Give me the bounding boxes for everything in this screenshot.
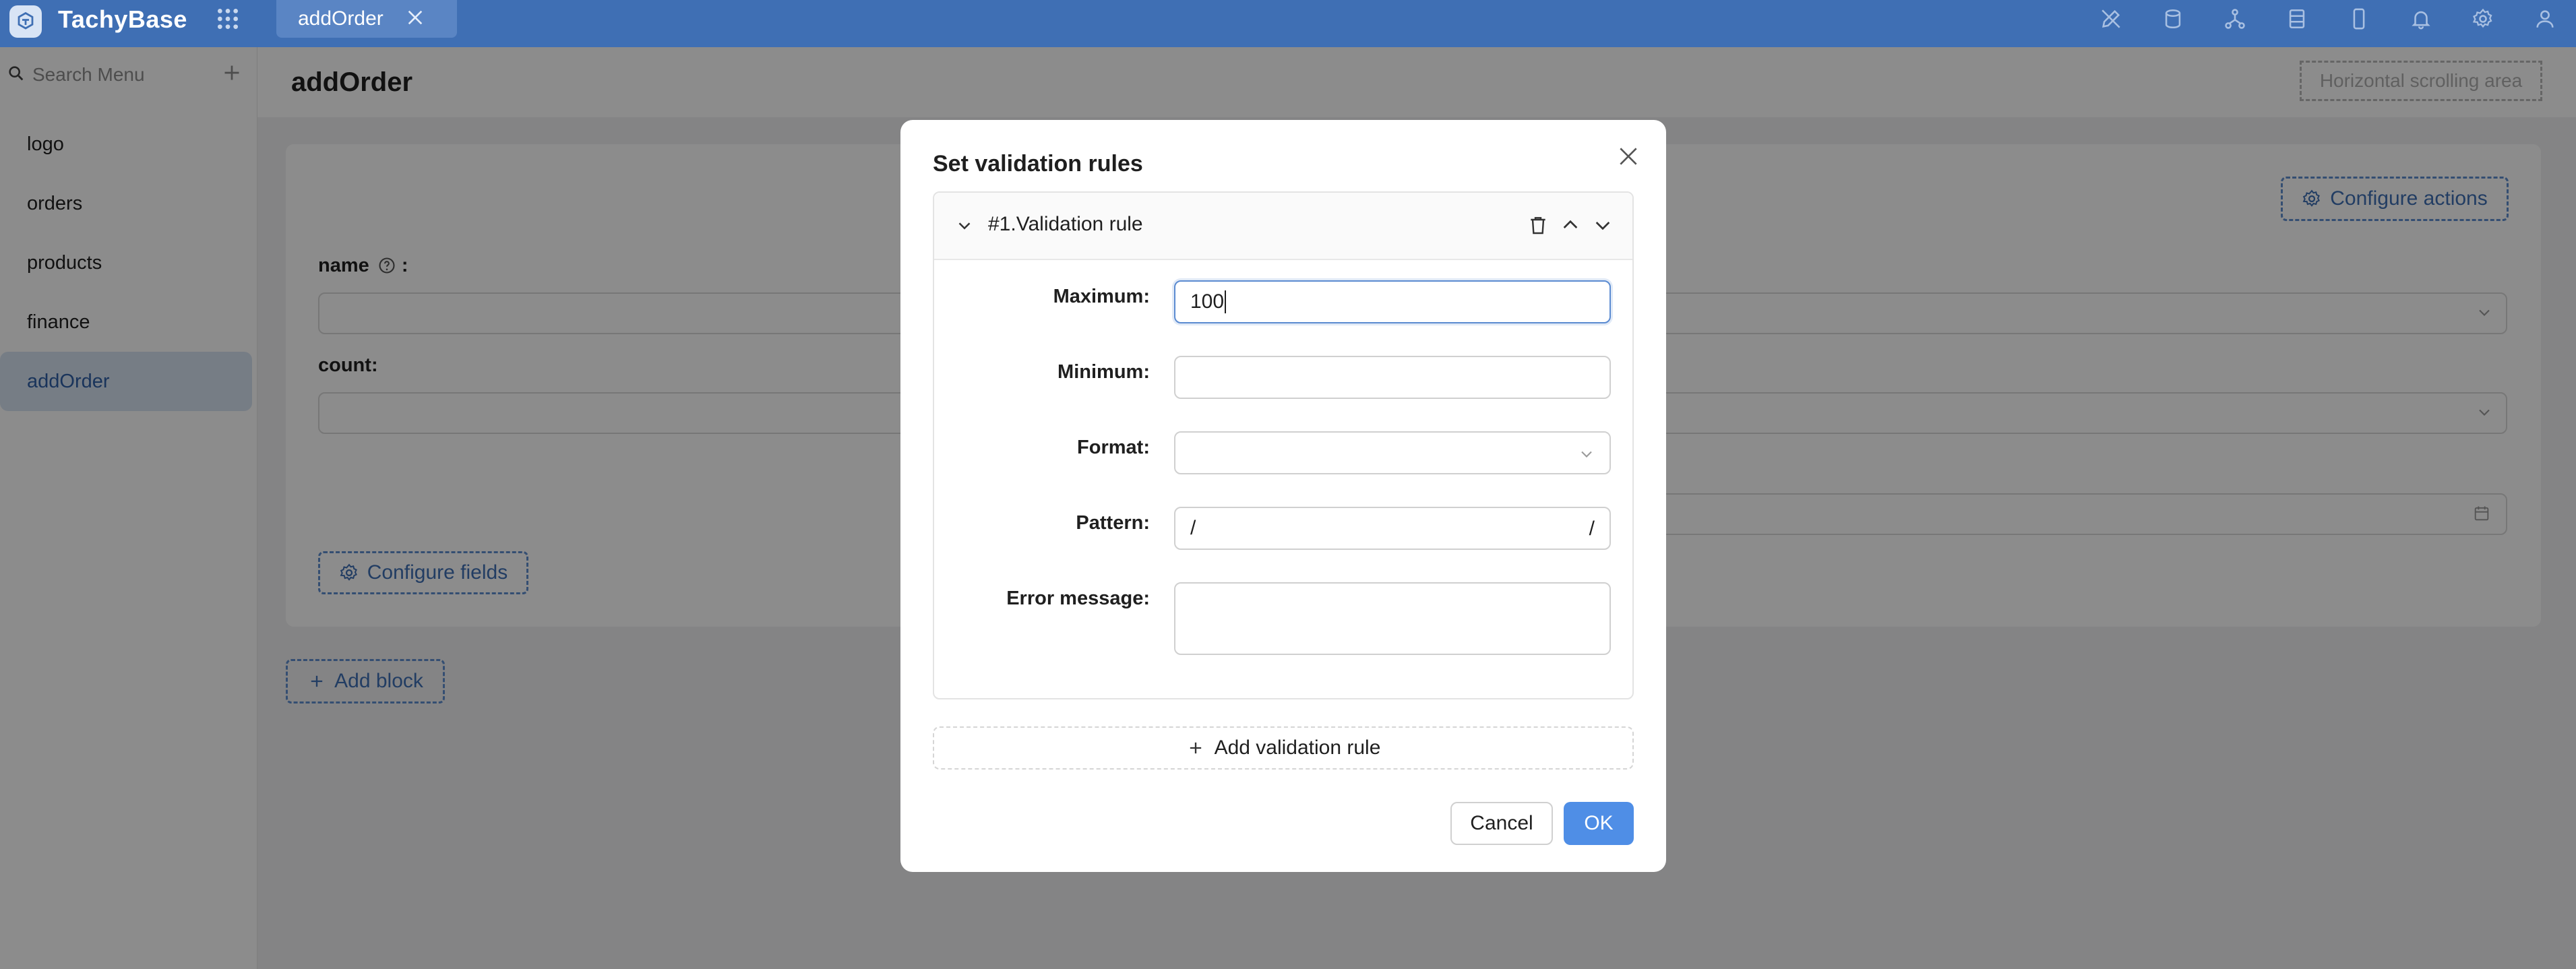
maximum-input[interactable]: 100 [1174,280,1611,323]
tab-addorder[interactable]: addOrder [276,0,457,38]
format-label-text: Format [1077,437,1144,458]
validation-rule-panel: #1.Validation rule Maximum: 100 Minimum:… [933,191,1634,699]
chevron-up-icon[interactable] [1560,213,1581,237]
minimum-label-text: Minimum [1057,361,1144,383]
maximum-label: Maximum: [934,286,1150,308]
tab-label: addOrder [298,7,384,30]
format-label: Format: [934,437,1150,459]
rule-actions [1527,213,1614,237]
error-message-textarea[interactable] [1174,582,1611,655]
chevron-down-icon [1581,451,1592,458]
trash-icon[interactable] [1527,213,1549,237]
gear-icon[interactable] [2452,0,2514,38]
close-icon[interactable] [1615,143,1642,170]
minimum-label: Minimum: [934,361,1150,383]
pattern-label-text: Pattern [1076,512,1144,534]
workflow-icon[interactable] [2204,0,2266,38]
modal-title: Set validation rules [933,151,1143,177]
pattern-suffix: / [1589,518,1595,540]
label-colon: : [1143,437,1150,458]
maximum-label-text: Maximum [1053,286,1144,307]
label-colon: : [1143,361,1150,383]
error-message-label-text: Error message [1006,588,1144,609]
add-validation-rule-label: Add validation rule [1214,737,1381,759]
minimum-input[interactable] [1174,356,1611,399]
bell-icon[interactable] [2390,0,2452,38]
validation-rules-modal: Set validation rules #1.Validation rule … [900,120,1666,872]
rule-title: #1.Validation rule [988,213,1143,235]
ok-button[interactable]: OK [1564,802,1634,845]
format-select[interactable] [1174,431,1611,474]
rule-header[interactable]: #1.Validation rule [934,193,1632,260]
add-validation-rule-button[interactable]: Add validation rule [933,726,1634,770]
close-icon[interactable] [404,7,426,28]
design-mode-icon[interactable] [2080,0,2142,38]
chevron-down-icon [958,222,971,230]
label-colon: : [1143,286,1150,307]
app-title: TachyBase [58,5,187,33]
label-colon: : [1143,512,1150,534]
app-logo-icon[interactable] [9,5,42,38]
pattern-label: Pattern: [934,512,1150,534]
mobile-icon[interactable] [2328,0,2390,38]
apps-grid-icon[interactable] [214,5,241,32]
pattern-prefix: / [1190,517,1196,539]
data-source-icon[interactable] [2142,0,2204,38]
text-caret [1225,290,1227,313]
maximum-value: 100 [1190,290,1225,313]
error-message-label: Error message: [934,588,1150,610]
table-icon[interactable] [2266,0,2328,38]
pattern-input[interactable]: / / [1174,507,1611,550]
user-icon[interactable] [2514,0,2576,38]
cancel-button[interactable]: Cancel [1450,802,1553,845]
chevron-down-icon[interactable] [1592,213,1614,237]
top-toolbar [2080,0,2576,38]
top-bar: TachyBase addOrder [0,0,2576,47]
plus-icon [1190,742,1201,754]
label-colon: : [1143,588,1150,609]
